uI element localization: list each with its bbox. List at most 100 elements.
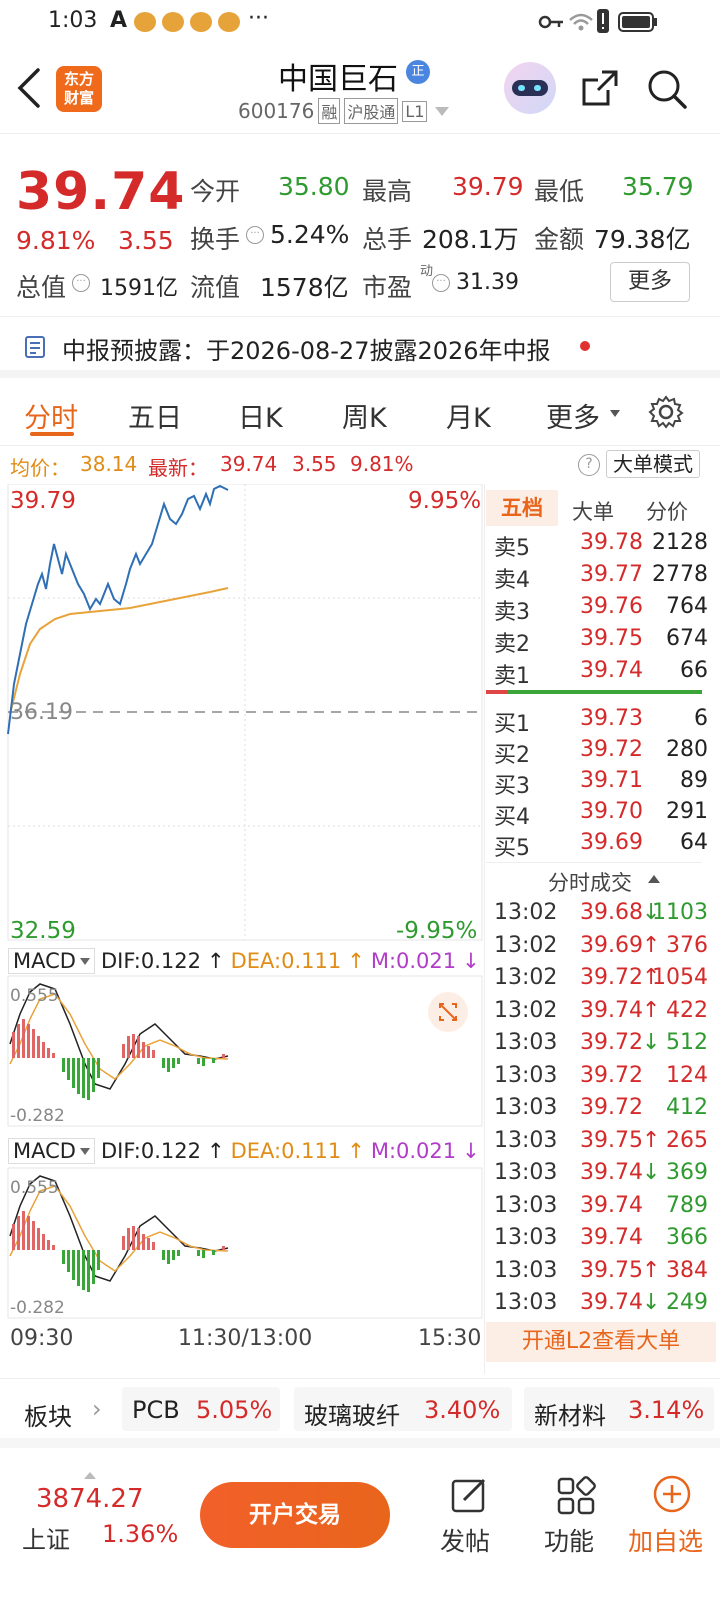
status-bar: 1:03 A ··· <box>0 0 720 44</box>
macd1-top-label: 0.555 <box>10 986 59 1006</box>
ask-row[interactable]: 卖2 39.75 674 <box>492 626 714 658</box>
sector-chip-pcb[interactable]: PCB 5.05% <box>122 1387 280 1431</box>
more-quote-button[interactable]: 更多 <box>610 262 690 302</box>
report-notice[interactable]: 中报预披露：于2026-08-27披露2026年中报 <box>0 316 720 378</box>
info-icon[interactable]: ··· <box>246 226 264 244</box>
tick-row: 13:03 39.75 ↑ 265 <box>492 1128 714 1160</box>
macd1-dea: DEA:0.111 <box>230 949 342 973</box>
bid-row[interactable]: 买2 39.72 280 <box>492 737 714 769</box>
alert-icon <box>597 9 609 33</box>
bid-row[interactable]: 买3 39.71 89 <box>492 768 714 800</box>
search-icon[interactable] <box>646 68 688 110</box>
tab-five-day[interactable]: 五日 <box>128 396 182 435</box>
tick-price: 39.74 <box>580 1290 643 1315</box>
bid-label: 买3 <box>494 774 530 799</box>
bid-row[interactable]: 买5 39.69 64 <box>492 830 714 862</box>
add-circle-icon[interactable] <box>652 1474 692 1514</box>
macd2-selector[interactable]: MACD <box>8 1138 95 1164</box>
stock-code-row[interactable]: 600176 融 沪股通 L1 <box>238 98 450 124</box>
tab-monthly-k[interactable]: 月K <box>446 396 491 435</box>
sector-chip-new-materials[interactable]: 新材料 3.14% <box>524 1387 714 1431</box>
function-label[interactable]: 功能 <box>544 1522 594 1558</box>
macd2-bottom-label: -0.282 <box>10 1298 65 1318</box>
clock: 1:03 <box>48 8 98 33</box>
ask-volume: 66 <box>680 658 708 683</box>
add-watchlist-label[interactable]: 加自选 <box>628 1522 703 1558</box>
index-pct: 1.36% <box>102 1520 179 1548</box>
bid-row[interactable]: 买4 39.70 291 <box>492 799 714 831</box>
edit-post-icon[interactable] <box>450 1476 490 1516</box>
open-l2-button[interactable]: 开通L2查看大单 <box>486 1322 716 1362</box>
macd1-dif: DIF:0.122 <box>100 949 201 973</box>
tab-more[interactable]: 更多 <box>546 396 600 435</box>
tab-daily-k[interactable]: 日K <box>238 396 283 435</box>
down-arrow-icon: ↓ <box>462 949 480 973</box>
low-value: 35.79 <box>622 172 694 201</box>
tick-volume: 366 <box>666 1225 708 1250</box>
abs-change: 3.55 <box>118 226 174 255</box>
ask-row[interactable]: 卖3 39.76 764 <box>492 594 714 626</box>
macd1-bottom-label: -0.282 <box>10 1106 65 1126</box>
down-arrow-icon: ↓ <box>462 1139 480 1163</box>
ask-volume: 674 <box>666 626 708 651</box>
book-divider <box>486 690 702 694</box>
pct-change: 9.81% <box>16 226 96 255</box>
help-icon[interactable]: ? <box>578 454 600 476</box>
ask-label: 卖4 <box>494 568 530 593</box>
avg-value: 38.14 <box>80 452 138 476</box>
tick-row: 13:02 39.68 ↓ 1103 <box>492 900 714 932</box>
unread-dot <box>580 341 590 351</box>
tick-price: 39.74 <box>580 1160 643 1185</box>
ask-label: 卖2 <box>494 632 530 657</box>
wifi-icon <box>569 13 593 31</box>
active-tab-indicator <box>30 432 74 436</box>
ask-row[interactable]: 卖4 39.77 2778 <box>492 562 714 594</box>
macd2-dea-line <box>9 1185 229 1272</box>
ask-row[interactable]: 卖1 39.74 66 <box>492 658 714 690</box>
y-max-label: 39.79 <box>10 488 76 514</box>
bid-volume: 291 <box>666 799 708 824</box>
bid-label: 买5 <box>494 836 530 861</box>
share-icon[interactable] <box>580 68 620 108</box>
robot-assistant-icon[interactable] <box>504 62 556 114</box>
tab-weekly-k[interactable]: 周K <box>342 396 387 435</box>
tick-volume: 369 <box>666 1160 708 1185</box>
up-arrow-icon: ↑ <box>642 1257 661 1283</box>
info-icon[interactable]: ··· <box>432 274 450 292</box>
tick-price: 39.74 <box>580 1225 643 1250</box>
book-tab-big[interactable]: 大单 <box>572 496 614 526</box>
tick-row: 13:03 39.74 ↓ 369 <box>492 1160 714 1192</box>
info-icon[interactable]: ··· <box>72 274 90 292</box>
battery-icon <box>618 12 657 32</box>
settings-gear-icon[interactable] <box>648 394 684 430</box>
book-tab-price[interactable]: 分价 <box>646 496 688 526</box>
sector-value: 3.40% <box>424 1396 501 1424</box>
bid-row[interactable]: 买1 39.73 6 <box>492 706 714 738</box>
tick-header[interactable]: 分时成交 <box>486 862 702 896</box>
tab-intraday[interactable]: 分时 <box>24 396 78 435</box>
sector-chip-glass-fiber[interactable]: 玻璃玻纤 3.40% <box>294 1387 512 1431</box>
post-label[interactable]: 发帖 <box>440 1522 490 1558</box>
logo-line1: 东方 <box>63 70 94 88</box>
bid-price: 39.69 <box>580 830 643 855</box>
open-account-trade-button[interactable]: 开户交易 <box>200 1482 390 1548</box>
function-grid-icon[interactable] <box>556 1476 596 1516</box>
weibo-icon <box>190 12 212 32</box>
tick-time: 13:03 <box>494 1062 558 1088</box>
expand-icon[interactable] <box>428 992 468 1032</box>
status-letter: A <box>110 8 128 33</box>
back-arrow-icon[interactable] <box>16 66 42 110</box>
book-tab-five[interactable]: 五档 <box>486 490 558 526</box>
big-order-mode-button[interactable]: 大单模式 <box>606 450 700 478</box>
tick-time: 13:03 <box>494 1257 558 1283</box>
tick-row: 13:02 39.72 ↑ 1054 <box>492 965 714 997</box>
macd2-dea: DEA:0.111 <box>230 1139 342 1163</box>
macd1-selector[interactable]: MACD <box>8 948 95 974</box>
open-value: 35.80 <box>278 172 350 201</box>
ask-row[interactable]: 卖5 39.78 2128 <box>492 530 714 562</box>
app-logo[interactable]: 东方 财富 <box>56 66 102 112</box>
index-value[interactable]: 3874.27 <box>36 1484 144 1514</box>
verified-badge: 正 <box>406 60 430 84</box>
ask-volume: 764 <box>666 594 708 619</box>
tick-price: 39.75 <box>580 1257 643 1283</box>
